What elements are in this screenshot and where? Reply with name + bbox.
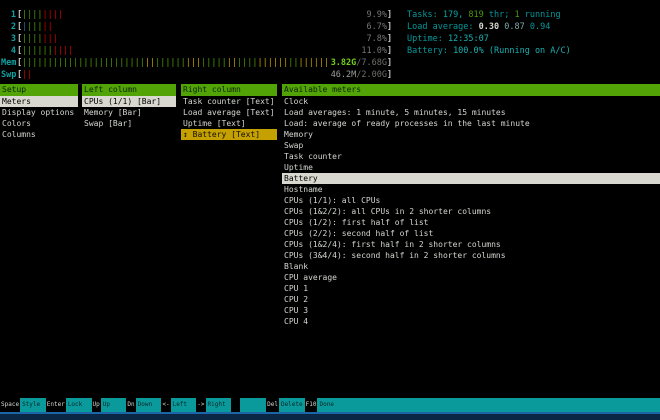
panel-available-meters: Available meters Clock Load averages: 1 m…: [282, 84, 660, 327]
setup-item-cpus-1-2-4-first-half-in-2-shorter-columns[interactable]: CPUs (1&2/4): first half in 2 shorter co…: [282, 239, 660, 250]
fnkey-delete[interactable]: Del Delete: [266, 398, 305, 412]
panel-available-meters-header: Available meters: [282, 84, 660, 96]
cpu3-meter-close-bracket: ]: [387, 34, 393, 44]
fnkey-label: Left: [170, 398, 197, 412]
setup-item-cpus-2-2-second-half-of-list[interactable]: CPUs (2/2): second half of list: [282, 228, 660, 239]
uptime-line: Uptime: 12:35:07: [407, 34, 489, 44]
fnkey-style[interactable]: Space Style: [0, 398, 46, 412]
cpu2-meter-close-bracket: ]: [387, 22, 393, 32]
setup-item-columns[interactable]: Columns: [0, 129, 78, 140]
setup-item-swap[interactable]: Swap: [282, 140, 660, 151]
setup-item-cpus-1-1-all-cpus[interactable]: CPUs (1/1): all CPUs: [282, 195, 660, 206]
panel-available-meters-items: Clock Load averages: 1 minute, 5 minutes,…: [282, 96, 660, 327]
setup-item-uptime[interactable]: Uptime: [282, 162, 660, 173]
cpu2-meter: 2[|||||| 6.7%]: [0, 21, 420, 33]
panel-right-column-items: Task counter [Text] Load average [Text] Up…: [181, 96, 277, 140]
panel-left-column-header: Left column: [82, 84, 176, 96]
setup-item-load-average-text[interactable]: Load average [Text]: [181, 107, 277, 118]
fnkey-label: Done: [317, 398, 660, 412]
memory-meter-value: 3.82G/7.68G: [330, 58, 387, 68]
fnkey-cap: <-: [161, 398, 171, 412]
cpu4-meter-close-bracket: ]: [387, 46, 393, 56]
setup-item-cpus-3-4-4-second-half-in-2-shorter-columns[interactable]: CPUs (3&4/4): second half in 2 shorter c…: [282, 250, 660, 261]
setup-item-cpu-2[interactable]: CPU 2: [282, 294, 660, 305]
cpu1-meter-value: 9.9%: [366, 10, 387, 20]
fnkey-label: Style: [20, 398, 46, 412]
setup-item-memory-bar[interactable]: Memory [Bar]: [82, 107, 176, 118]
fnkey-label: Right: [205, 398, 232, 412]
setup-item-blank[interactable]: Blank: [282, 261, 660, 272]
setup-item-load-average-of-ready-processes-in-the-last-minute[interactable]: Load: average of ready processes in the …: [282, 118, 660, 129]
panel-setup-items: Meters Display options Colors Columns: [0, 96, 78, 140]
fnkey-done[interactable]: F10 Done: [304, 398, 660, 412]
window-bottom-edge: [0, 412, 660, 420]
fnkey-down[interactable]: Dn Down: [126, 398, 162, 412]
fnkey-label: [240, 398, 267, 412]
htop-setup-screen: 1[|||||||| 9.9%] 2[|||||| 6.7%] 3[||||||| 7.8…: [0, 0, 660, 420]
memory-meter-close-bracket: ]: [387, 58, 393, 68]
swap-meter-close-bracket: ]: [387, 70, 393, 80]
function-key-bar: Space Style Enter Lock Up Up Dn Down <- Left …: [0, 398, 660, 412]
cpu1-meter: 1[|||||||| 9.9%]: [0, 9, 420, 21]
fnkey-cap: ->: [196, 398, 206, 412]
cpu2-meter-value: 6.7%: [366, 22, 387, 32]
setup-item-cpu-4[interactable]: CPU 4: [282, 316, 660, 327]
panel-setup-header: Setup: [0, 84, 78, 96]
setup-item-cpu-average[interactable]: CPU average: [282, 272, 660, 283]
panel-right-column-header: Right column: [181, 84, 277, 96]
fnkey-cap: Up: [91, 398, 101, 412]
fnkey-cap: Enter: [45, 398, 66, 412]
fnkey-left[interactable]: <- Left: [161, 398, 197, 412]
setup-item-meters[interactable]: Meters: [0, 96, 78, 107]
fnkey-cap: Dn: [126, 398, 136, 412]
panel-setup: Setup Meters Display options Colors Columns: [0, 84, 78, 140]
fnkey-label: Down: [135, 398, 162, 412]
fnkey-blank[interactable]: [231, 398, 267, 412]
setup-item-swap-bar[interactable]: Swap [Bar]: [82, 118, 176, 129]
tasks-line: Tasks: 179, 819 thr; 1 running: [407, 10, 561, 20]
fnkey-lock[interactable]: Enter Lock: [45, 398, 92, 412]
cpu3-meter-value: 7.8%: [366, 34, 387, 44]
setup-item-cpus-1-2-first-half-of-list[interactable]: CPUs (1/2): first half of list: [282, 217, 660, 228]
fnkey-up[interactable]: Up Up: [91, 398, 127, 412]
cpu4-meter: 4[|||||||||| 11.0%]: [0, 45, 420, 57]
memory-meter: Mem[||||||||||||||||||||||||||||||||||||…: [0, 57, 420, 69]
swap-meter: Swp[|| 46.2M/2.00G]: [0, 69, 420, 81]
cpu3-meter: 3[||||||| 7.8%]: [0, 33, 420, 45]
setup-item-battery-text[interactable]: ↕ Battery [Text]: [181, 129, 277, 140]
setup-item-clock[interactable]: Clock: [282, 96, 660, 107]
fnkey-label: Lock: [65, 398, 92, 412]
battery-line: Battery: 100.0% (Running on A/C): [407, 46, 571, 56]
fnkey-label: Delete: [278, 398, 305, 412]
setup-item-cpus-1-2-2-all-cpus-in-2-shorter-columns[interactable]: CPUs (1&2/2): all CPUs in 2 shorter colu…: [282, 206, 660, 217]
fnkey-cap: F10: [304, 398, 318, 412]
setup-item-cpu-3[interactable]: CPU 3: [282, 305, 660, 316]
panel-left-column-items: CPUs (1/1) [Bar] Memory [Bar] Swap [Bar]: [82, 96, 176, 129]
setup-item-colors[interactable]: Colors: [0, 118, 78, 129]
setup-item-uptime-text[interactable]: Uptime [Text]: [181, 118, 277, 129]
setup-item-cpu-1[interactable]: CPU 1: [282, 283, 660, 294]
setup-item-task-counter[interactable]: Task counter: [282, 151, 660, 162]
setup-item-memory[interactable]: Memory: [282, 129, 660, 140]
panel-left-column: Left column CPUs (1/1) [Bar] Memory [Bar]…: [82, 84, 176, 129]
cpu1-meter-close-bracket: ]: [387, 10, 393, 20]
setup-item-battery[interactable]: Battery: [282, 173, 660, 184]
cpu4-meter-value: 11.0%: [361, 46, 387, 56]
fnkey-right[interactable]: -> Right: [196, 398, 232, 412]
fnkey-cap: Space: [0, 398, 21, 412]
setup-item-cpus-1-1-bar[interactable]: CPUs (1/1) [Bar]: [82, 96, 176, 107]
fnkey-cap: Del: [266, 398, 279, 412]
load-average-line: Load average: 0.30 0.87 0.94: [407, 22, 551, 32]
fnkey-label: Up: [100, 398, 127, 412]
setup-item-task-counter-text[interactable]: Task counter [Text]: [181, 96, 277, 107]
fnkey-cap: [231, 398, 241, 412]
setup-item-hostname[interactable]: Hostname: [282, 184, 660, 195]
swap-meter-value: 46.2M/2.00G: [330, 70, 387, 80]
setup-item-display-options[interactable]: Display options: [0, 107, 78, 118]
setup-item-load-averages-1-minute-5-minutes-15-minutes[interactable]: Load averages: 1 minute, 5 minutes, 15 m…: [282, 107, 660, 118]
panel-right-column: Right column Task counter [Text] Load ave…: [181, 84, 277, 140]
